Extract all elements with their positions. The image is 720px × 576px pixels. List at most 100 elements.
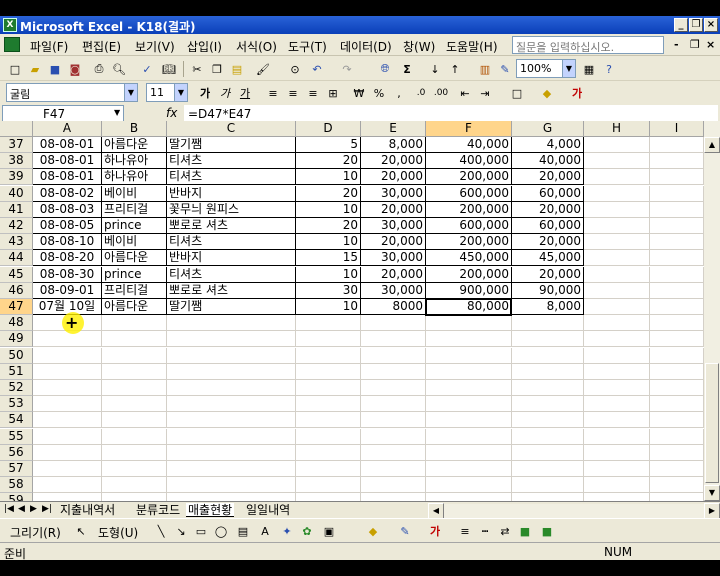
empty-cell[interactable] [426,444,512,461]
empty-cell[interactable] [167,428,296,445]
empty-cell[interactable] [361,396,426,413]
sort-ascending-icon[interactable]: ↓ [426,60,444,78]
empty-cell[interactable] [102,396,167,413]
cell-f-39[interactable]: 200,000 [426,169,512,186]
empty-cell[interactable] [361,363,426,380]
drawing-toggle-icon[interactable]: ✎ [496,60,514,78]
empty-cell[interactable] [167,444,296,461]
row-header[interactable]: 39 [0,169,33,186]
print-preview-icon[interactable]: 🔍︎ [110,60,128,78]
scroll-thumb[interactable] [705,363,719,483]
cell-d-38[interactable]: 20 [296,153,361,170]
empty-cell[interactable] [584,218,650,234]
cell-g-47[interactable]: 8,000 [512,299,584,315]
restore-button[interactable]: ❐ [689,18,703,32]
cell-e-38[interactable]: 20,000 [361,153,426,170]
cell-b-42[interactable]: prince [102,218,167,234]
cell-c-40[interactable]: 반바지 [167,185,296,202]
empty-cell[interactable] [361,315,426,332]
shadow-icon[interactable]: ■ [516,522,534,540]
vertical-scrollbar[interactable]: ▲ ▼ [704,121,720,501]
empty-cell[interactable] [361,428,426,445]
empty-cell[interactable] [584,137,650,153]
empty-cell[interactable] [296,315,361,332]
row-header[interactable]: 47 [0,299,33,315]
empty-cell[interactable] [102,493,167,501]
empty-cell[interactable] [584,380,650,396]
cell-g-41[interactable]: 20,000 [512,201,584,218]
column-header-i[interactable]: I [650,121,704,137]
cell-g-46[interactable]: 90,000 [512,282,584,299]
row-header[interactable]: 53 [0,396,33,413]
empty-cell[interactable] [426,477,512,494]
row-header[interactable]: 52 [0,380,33,396]
cell-a-41[interactable]: 08-08-03 [33,201,102,218]
empty-cell[interactable] [102,347,167,364]
menu-file[interactable]: 파일(F) [30,38,68,55]
cell-a-45[interactable]: 08-08-30 [33,266,102,283]
cell-f-44[interactable]: 450,000 [426,250,512,267]
font-name-select[interactable]: 굴림 ▼ [6,83,138,102]
cell-e-45[interactable]: 20,000 [361,266,426,283]
empty-cell[interactable] [167,363,296,380]
empty-cell[interactable] [512,444,584,461]
empty-cell[interactable] [102,444,167,461]
empty-cell[interactable] [584,477,650,494]
empty-cell[interactable] [650,201,704,218]
empty-cell[interactable] [512,347,584,364]
align-center-icon[interactable]: ≡ [284,84,302,102]
cell-g-42[interactable]: 60,000 [512,218,584,234]
empty-cell[interactable] [584,444,650,461]
doc-close-button[interactable]: × [706,38,715,51]
fill-color-icon[interactable]: ◆ [538,84,556,102]
empty-cell[interactable] [361,444,426,461]
empty-cell[interactable] [650,299,704,315]
underline-icon[interactable]: 가 [236,84,254,102]
line-color-icon[interactable]: ✎ [396,522,414,540]
empty-cell[interactable] [361,493,426,501]
empty-cell[interactable] [167,412,296,429]
zoom-select[interactable]: 100% ▼ [516,59,576,78]
cell-f-47[interactable]: 80,000 [426,299,512,315]
column-header-a[interactable]: A [33,121,102,137]
workbook-icon[interactable] [4,37,20,52]
cell-g-43[interactable]: 20,000 [512,234,584,251]
empty-cell[interactable] [584,363,650,380]
cell-e-40[interactable]: 30,000 [361,185,426,202]
empty-cell[interactable] [650,218,704,234]
cell-d-40[interactable]: 20 [296,185,361,202]
cell-a-42[interactable]: 08-08-05 [33,218,102,234]
cell-c-47[interactable]: 딸기쨈 [167,299,296,315]
empty-cell[interactable] [584,396,650,413]
cell-a-46[interactable]: 08-09-01 [33,282,102,299]
sheet-tab-category[interactable]: 분류코드 [134,503,182,517]
empty-cell[interactable] [650,250,704,267]
empty-cell[interactable] [33,347,102,364]
scroll-left-icon[interactable]: ◀ [428,503,444,519]
worksheet-grid[interactable]: A B C D E F G H I 37 08-08-01 아름다운 딸기쨈 5 8,000 40,000 4,… [0,121,704,501]
empty-cell[interactable] [33,412,102,429]
cell-f-45[interactable]: 200,000 [426,266,512,283]
empty-cell[interactable] [512,493,584,501]
empty-cell[interactable] [650,412,704,429]
chart-insert-icon[interactable]: ⊙ [286,60,304,78]
column-header-f[interactable]: F [426,121,512,137]
cell-b-44[interactable]: 아름다운 [102,250,167,267]
grid-view-icon[interactable]: ▦ [580,60,598,78]
empty-cell[interactable] [650,153,704,170]
chart-wizard-icon[interactable]: ▥ [476,60,494,78]
cell-f-46[interactable]: 900,000 [426,282,512,299]
column-header-c[interactable]: C [167,121,296,137]
row-header[interactable]: 48 [0,315,33,332]
cell-e-43[interactable]: 20,000 [361,234,426,251]
empty-cell[interactable] [426,396,512,413]
align-left-icon[interactable]: ≡ [264,84,282,102]
column-header-e[interactable]: E [361,121,426,137]
decrease-decimal-icon[interactable]: .00 [432,84,450,102]
empty-cell[interactable] [650,493,704,501]
fill-color-icon[interactable]: ◆ [364,522,382,540]
cell-g-44[interactable]: 45,000 [512,250,584,267]
row-header[interactable]: 49 [0,331,33,348]
empty-cell[interactable] [167,315,296,332]
cell-e-37[interactable]: 8,000 [361,137,426,153]
